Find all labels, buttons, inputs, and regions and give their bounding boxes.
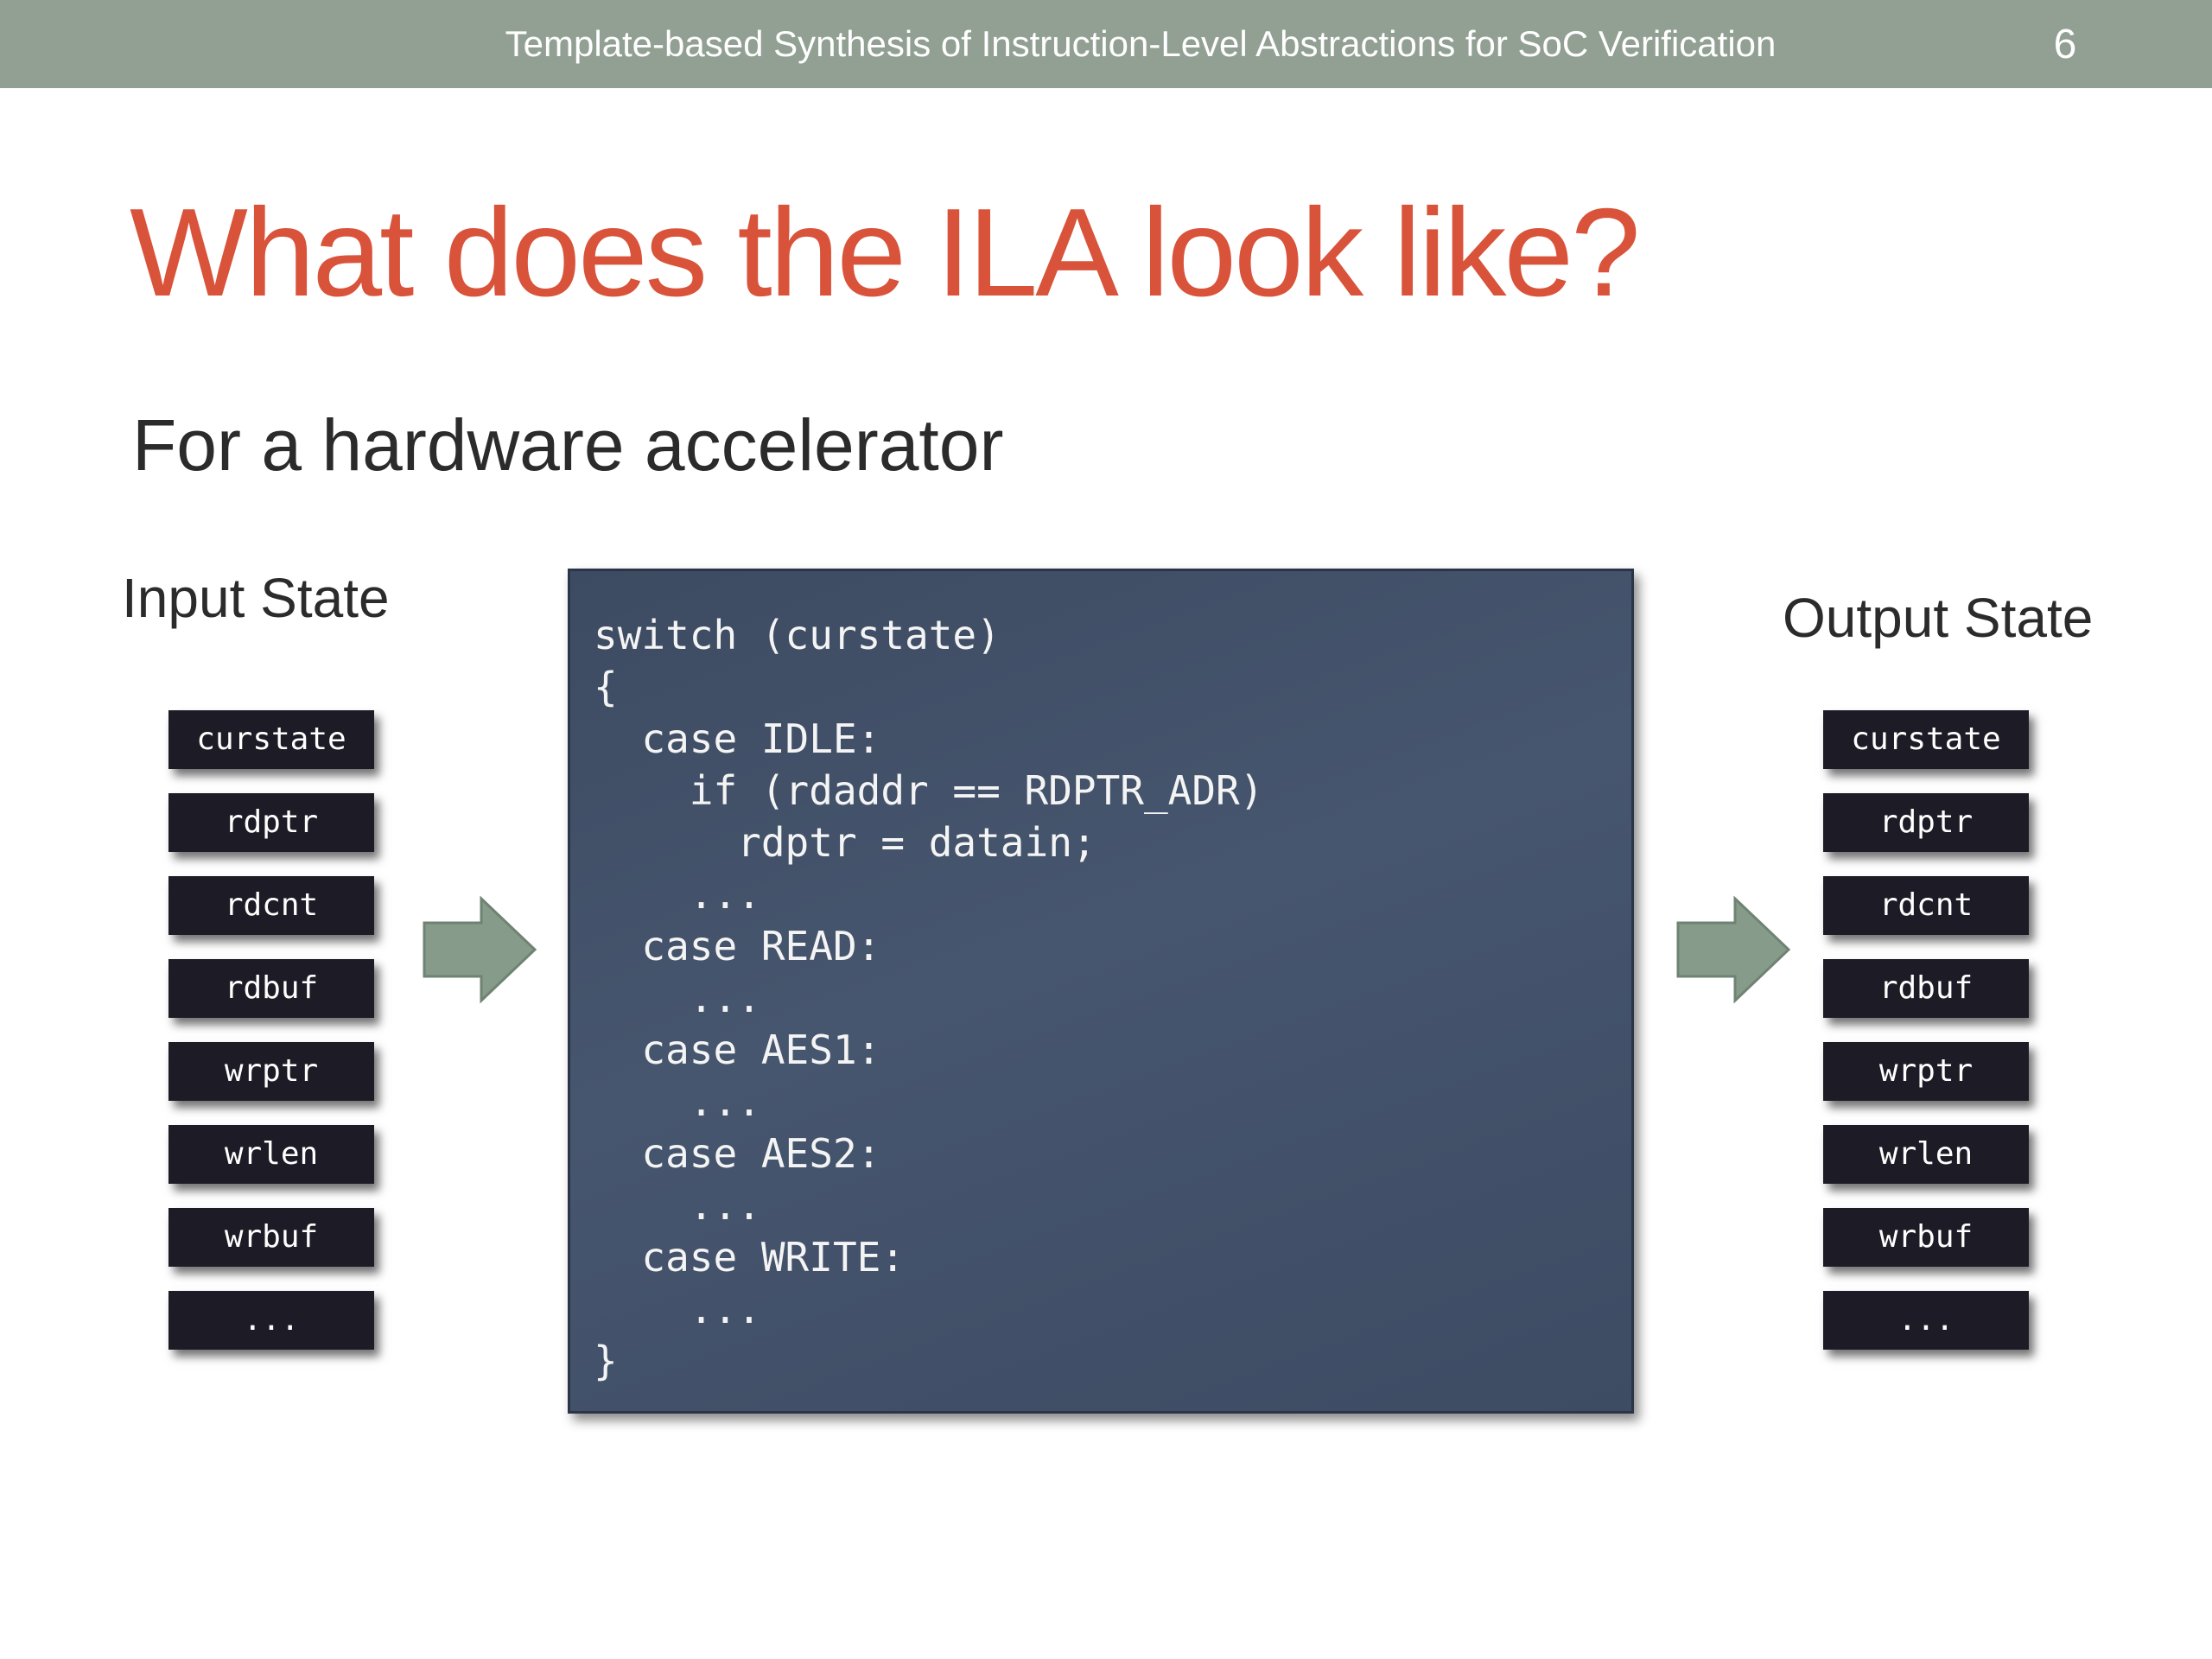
code-panel: switch (curstate) { case IDLE: if (rdaddr… <box>568 569 1634 1414</box>
code-line: ... <box>594 1182 761 1229</box>
output-state-list: curstate rdptr rdcnt rdbuf wrptr wrlen w… <box>1823 710 2029 1374</box>
slide-title: What does the ILA look like? <box>130 182 1641 322</box>
code-line: rdptr = datain; <box>594 819 1096 866</box>
code-line: ... <box>594 871 761 918</box>
output-state-item: wrbuf <box>1823 1208 2029 1267</box>
right-arrow-icon <box>423 895 537 1004</box>
output-state-item: wrptr <box>1823 1042 2029 1101</box>
arrow-shape <box>1676 895 1791 1004</box>
output-state-heading: Output State <box>1783 587 2094 649</box>
code-line: case READ: <box>594 923 881 969</box>
presentation-title: Template-based Synthesis of Instruction-… <box>505 23 1777 64</box>
code-line: if (rdaddr == RDPTR_ADR) <box>594 767 1264 814</box>
input-state-item: rdcnt <box>168 876 374 935</box>
input-state-item: wrptr <box>168 1042 374 1101</box>
input-state-heading: Input State <box>122 567 390 629</box>
slide-number: 6 <box>2053 22 2077 67</box>
code-line: case WRITE: <box>594 1234 906 1281</box>
code-line: ... <box>594 1078 761 1125</box>
code-line: case AES2: <box>594 1130 881 1177</box>
input-state-item: curstate <box>168 710 374 769</box>
output-state-item: rdbuf <box>1823 959 2029 1018</box>
input-state-item: ... <box>168 1291 374 1350</box>
code-line: { <box>594 664 618 710</box>
input-state-list: curstate rdptr rdcnt rdbuf wrptr wrlen w… <box>168 710 374 1374</box>
output-state-item: wrlen <box>1823 1125 2029 1184</box>
slide-subtitle: For a hardware accelerator <box>132 404 1004 486</box>
input-state-item: rdptr <box>168 793 374 852</box>
output-state-item: curstate <box>1823 710 2029 769</box>
code-line: } <box>594 1338 618 1384</box>
code-line: ... <box>594 975 761 1021</box>
output-state-item: ... <box>1823 1291 2029 1350</box>
header-bar: Template-based Synthesis of Instruction-… <box>0 0 2212 88</box>
input-state-item: wrlen <box>168 1125 374 1184</box>
code-line: case AES1: <box>594 1027 881 1073</box>
input-state-item: rdbuf <box>168 959 374 1018</box>
code-line: case IDLE: <box>594 715 881 762</box>
right-arrow-icon <box>1676 895 1791 1004</box>
code-line: switch (curstate) <box>594 612 1001 658</box>
code-line: ... <box>594 1286 761 1332</box>
output-state-item: rdptr <box>1823 793 2029 852</box>
input-state-item: wrbuf <box>168 1208 374 1267</box>
output-state-item: rdcnt <box>1823 876 2029 935</box>
arrow-shape <box>423 895 537 1004</box>
